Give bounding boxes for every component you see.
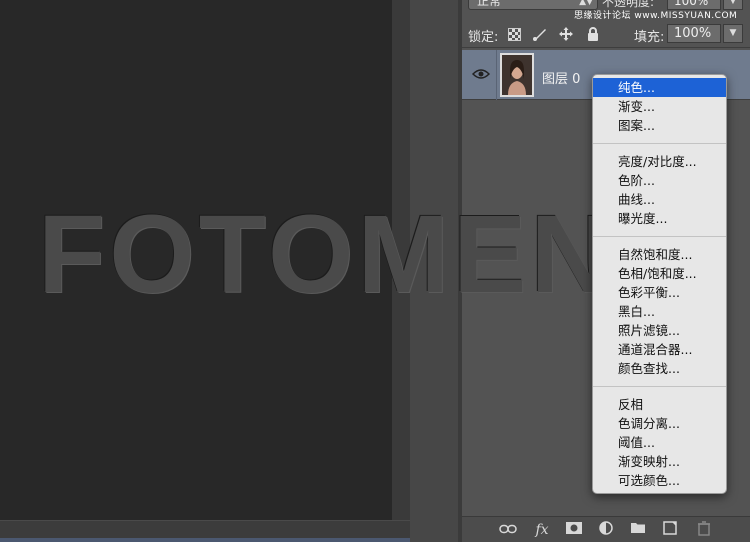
menu-item[interactable]: 照片滤镜... — [593, 321, 726, 340]
menu-item[interactable]: 色彩平衡... — [593, 283, 726, 302]
menu-item[interactable]: 渐变映射... — [593, 452, 726, 471]
menu-item[interactable]: 色调分离... — [593, 414, 726, 433]
menu-item[interactable]: 反相 — [593, 395, 726, 414]
menu-separator — [593, 386, 726, 387]
menu-item[interactable]: 颜色查找... — [593, 359, 726, 378]
canvas-status-bar — [0, 520, 410, 542]
menu-item[interactable]: 色相/饱和度... — [593, 264, 726, 283]
lock-row: 锁定: 填充: 100% ▼ — [462, 20, 750, 48]
menu-separator — [593, 236, 726, 237]
lock-transparent-pixels-icon[interactable] — [506, 26, 522, 42]
folder-icon[interactable] — [628, 521, 648, 539]
fx-icon[interactable]: fx — [532, 521, 552, 539]
adjustment-icon[interactable] — [596, 521, 616, 539]
menu-item[interactable]: 纯色... — [593, 78, 726, 97]
panel-bottom-toolbar: fx — [462, 516, 750, 542]
menu-item[interactable]: 曝光度... — [593, 209, 726, 228]
fill-input[interactable]: 100% — [667, 24, 721, 43]
fotomen-text: FOTOMEN — [38, 193, 614, 316]
fill-dropdown-icon[interactable]: ▼ — [723, 24, 743, 43]
menu-item[interactable]: 可选颜色... — [593, 471, 726, 490]
fill-label: 填充: — [634, 30, 665, 45]
blend-mode-value: 正常 — [477, 0, 502, 8]
menu-item[interactable]: 黑白... — [593, 302, 726, 321]
menu-item[interactable]: 色阶... — [593, 171, 726, 190]
link-icon[interactable] — [498, 521, 518, 539]
menu-item[interactable]: 曲线... — [593, 190, 726, 209]
eye-icon[interactable] — [470, 64, 492, 86]
panel-top-row: 正常 ▲▼ 不透明度: 100% ▼ 思缘设计论坛 www.MISSYUAN.C… — [462, 0, 750, 21]
menu-item[interactable]: 亮度/对比度... — [593, 152, 726, 171]
menu-item[interactable]: 通道混合器... — [593, 340, 726, 359]
menu-item[interactable]: 阈值... — [593, 433, 726, 452]
layer-thumbnail[interactable] — [500, 53, 534, 97]
adjustment-layer-menu: 纯色... 渐变... 图案... 亮度/对比度... 色阶... 曲线... 曝光度...… — [592, 74, 727, 494]
lock-position-icon[interactable] — [558, 26, 574, 42]
menu-item[interactable]: 图案... — [593, 116, 726, 135]
layer-name[interactable]: 图层 0 — [542, 68, 580, 87]
menu-item[interactable]: 自然饱和度... — [593, 245, 726, 264]
status-strip — [0, 538, 410, 542]
eye-separator — [496, 50, 497, 100]
new-layer-icon[interactable] — [660, 521, 680, 539]
trash-icon[interactable] — [694, 521, 714, 539]
lock-label: 锁定: — [468, 30, 499, 45]
lock-image-pixels-icon[interactable] — [532, 26, 548, 42]
mask-icon[interactable] — [564, 521, 584, 539]
menu-separator — [593, 143, 726, 144]
menu-item[interactable]: 渐变... — [593, 97, 726, 116]
lock-all-icon[interactable] — [585, 26, 601, 42]
